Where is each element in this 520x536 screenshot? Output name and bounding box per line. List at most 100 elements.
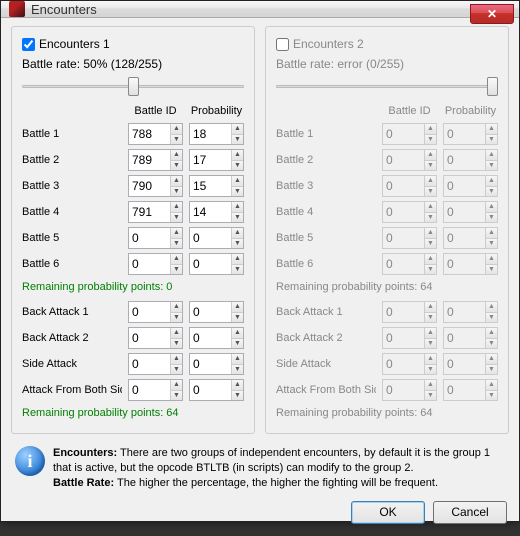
spinner-down-icon[interactable]: ▼ (486, 213, 497, 223)
spinner-up-icon[interactable]: ▲ (232, 176, 243, 187)
battle-id-spinner-input[interactable] (383, 124, 424, 144)
battle-id-spinner[interactable]: ▲▼ (128, 253, 183, 275)
spinner-down-icon[interactable]: ▼ (425, 313, 436, 323)
battle-prob-spinner[interactable]: ▲▼ (189, 175, 244, 197)
spinner-down-icon[interactable]: ▼ (171, 313, 182, 323)
spinner-down-icon[interactable]: ▼ (425, 161, 436, 171)
battle-id-spinner-input[interactable] (383, 202, 424, 222)
spinner-up-icon[interactable]: ▲ (171, 302, 182, 313)
spinner-up-icon[interactable]: ▲ (425, 328, 436, 339)
battle-id-spinner[interactable]: ▲▼ (382, 123, 437, 145)
slider-thumb[interactable] (487, 77, 498, 96)
battle-id-spinner-input[interactable] (129, 150, 170, 170)
battle-rate-2-slider[interactable] (276, 76, 498, 96)
spinner-up-icon[interactable]: ▲ (425, 354, 436, 365)
spinner-down-icon[interactable]: ▼ (232, 161, 243, 171)
battle-prob-spinner[interactable]: ▲▼ (443, 123, 498, 145)
spinner-down-icon[interactable]: ▼ (425, 265, 436, 275)
special-id-spinner[interactable]: ▲▼ (128, 353, 183, 375)
battle-prob-spinner-input[interactable] (444, 176, 485, 196)
battle-id-spinner-input[interactable] (383, 228, 424, 248)
battle-id-spinner[interactable]: ▲▼ (382, 201, 437, 223)
battle-prob-spinner[interactable]: ▲▼ (189, 253, 244, 275)
special-prob-spinner-input[interactable] (444, 380, 485, 400)
spinner-up-icon[interactable]: ▲ (425, 202, 436, 213)
spinner-down-icon[interactable]: ▼ (232, 339, 243, 349)
special-id-spinner-input[interactable] (129, 380, 170, 400)
spinner-down-icon[interactable]: ▼ (171, 365, 182, 375)
special-prob-spinner-input[interactable] (190, 328, 231, 348)
spinner-down-icon[interactable]: ▼ (171, 265, 182, 275)
spinner-down-icon[interactable]: ▼ (486, 391, 497, 401)
spinner-down-icon[interactable]: ▼ (171, 135, 182, 145)
battle-prob-spinner[interactable]: ▲▼ (443, 253, 498, 275)
special-prob-spinner-input[interactable] (444, 302, 485, 322)
special-id-spinner[interactable]: ▲▼ (382, 301, 437, 323)
spinner-up-icon[interactable]: ▲ (486, 254, 497, 265)
spinner-up-icon[interactable]: ▲ (232, 302, 243, 313)
spinner-down-icon[interactable]: ▼ (232, 239, 243, 249)
spinner-up-icon[interactable]: ▲ (425, 150, 436, 161)
special-id-spinner-input[interactable] (129, 354, 170, 374)
spinner-down-icon[interactable]: ▼ (425, 213, 436, 223)
spinner-up-icon[interactable]: ▲ (425, 228, 436, 239)
special-id-spinner-input[interactable] (129, 302, 170, 322)
battle-id-spinner-input[interactable] (383, 150, 424, 170)
spinner-up-icon[interactable]: ▲ (486, 150, 497, 161)
spinner-up-icon[interactable]: ▲ (486, 380, 497, 391)
battle-id-spinner[interactable]: ▲▼ (128, 227, 183, 249)
spinner-down-icon[interactable]: ▼ (425, 391, 436, 401)
encounters-1-checkbox[interactable] (22, 38, 35, 51)
spinner-down-icon[interactable]: ▼ (486, 187, 497, 197)
special-prob-spinner-input[interactable] (444, 354, 485, 374)
spinner-down-icon[interactable]: ▼ (232, 187, 243, 197)
spinner-down-icon[interactable]: ▼ (171, 239, 182, 249)
battle-id-spinner-input[interactable] (383, 254, 424, 274)
special-id-spinner[interactable]: ▲▼ (128, 301, 183, 323)
special-id-spinner[interactable]: ▲▼ (382, 353, 437, 375)
spinner-up-icon[interactable]: ▲ (171, 150, 182, 161)
battle-id-spinner[interactable]: ▲▼ (128, 149, 183, 171)
special-prob-spinner-input[interactable] (444, 328, 485, 348)
special-prob-spinner[interactable]: ▲▼ (443, 379, 498, 401)
battle-prob-spinner[interactable]: ▲▼ (443, 227, 498, 249)
spinner-down-icon[interactable]: ▼ (486, 365, 497, 375)
battle-prob-spinner[interactable]: ▲▼ (189, 149, 244, 171)
close-button[interactable]: ✕ (470, 4, 514, 24)
battle-prob-spinner-input[interactable] (444, 150, 485, 170)
battle-id-spinner-input[interactable] (129, 202, 170, 222)
special-id-spinner-input[interactable] (383, 302, 424, 322)
battle-id-spinner[interactable]: ▲▼ (382, 175, 437, 197)
battle-prob-spinner-input[interactable] (444, 228, 485, 248)
battle-prob-spinner-input[interactable] (190, 254, 231, 274)
special-prob-spinner[interactable]: ▲▼ (443, 327, 498, 349)
battle-id-spinner[interactable]: ▲▼ (382, 227, 437, 249)
spinner-up-icon[interactable]: ▲ (232, 150, 243, 161)
spinner-up-icon[interactable]: ▲ (232, 328, 243, 339)
battle-prob-spinner[interactable]: ▲▼ (443, 175, 498, 197)
spinner-up-icon[interactable]: ▲ (486, 176, 497, 187)
battle-id-spinner-input[interactable] (129, 254, 170, 274)
spinner-down-icon[interactable]: ▼ (171, 187, 182, 197)
special-prob-spinner[interactable]: ▲▼ (189, 353, 244, 375)
spinner-down-icon[interactable]: ▼ (232, 313, 243, 323)
spinner-down-icon[interactable]: ▼ (486, 161, 497, 171)
special-id-spinner[interactable]: ▲▼ (128, 327, 183, 349)
spinner-down-icon[interactable]: ▼ (425, 365, 436, 375)
spinner-up-icon[interactable]: ▲ (171, 202, 182, 213)
spinner-up-icon[interactable]: ▲ (486, 228, 497, 239)
spinner-up-icon[interactable]: ▲ (425, 254, 436, 265)
battle-prob-spinner-input[interactable] (190, 228, 231, 248)
spinner-down-icon[interactable]: ▼ (486, 313, 497, 323)
battle-prob-spinner-input[interactable] (444, 202, 485, 222)
spinner-down-icon[interactable]: ▼ (232, 213, 243, 223)
spinner-down-icon[interactable]: ▼ (171, 213, 182, 223)
spinner-down-icon[interactable]: ▼ (232, 391, 243, 401)
special-id-spinner[interactable]: ▲▼ (382, 379, 437, 401)
ok-button[interactable]: OK (351, 501, 425, 524)
spinner-up-icon[interactable]: ▲ (171, 176, 182, 187)
spinner-up-icon[interactable]: ▲ (232, 254, 243, 265)
special-prob-spinner[interactable]: ▲▼ (189, 379, 244, 401)
encounters-2-checkbox[interactable] (276, 38, 289, 51)
battle-id-spinner-input[interactable] (129, 124, 170, 144)
